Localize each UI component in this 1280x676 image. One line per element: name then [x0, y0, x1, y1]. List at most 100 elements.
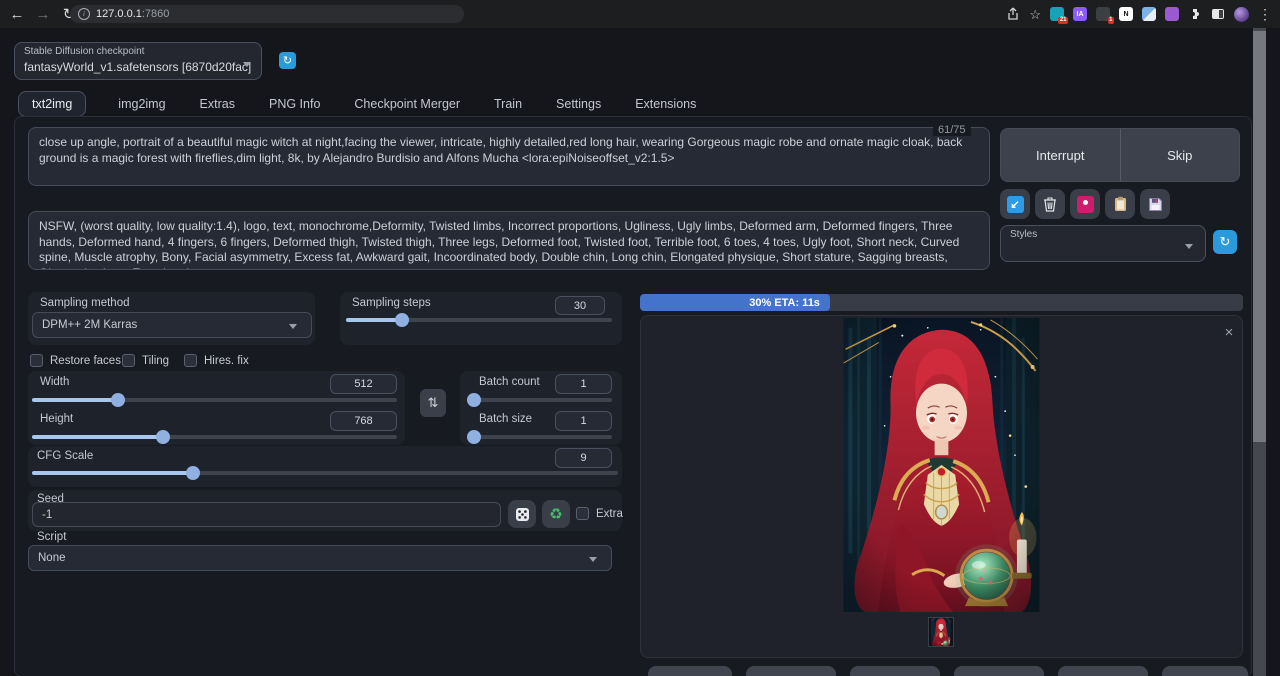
bookmark-star-icon[interactable]: ☆: [1029, 8, 1041, 21]
tab-png-info[interactable]: PNG Info: [267, 92, 322, 116]
address-bar[interactable]: i 127.0.0.1:7860: [70, 5, 464, 23]
batch-count-label: Batch count: [479, 376, 540, 388]
batch-count-value[interactable]: 1: [555, 374, 612, 394]
hires-fix-checkbox[interactable]: Hires. fix: [184, 354, 249, 367]
checkbox-icon: [30, 354, 43, 367]
save-style-button[interactable]: [1140, 189, 1170, 219]
checkpoint-label: Stable Diffusion checkpoint: [24, 46, 252, 57]
tab-settings[interactable]: Settings: [554, 92, 603, 116]
hires-fix-label: Hires. fix: [204, 355, 249, 367]
prompt-input[interactable]: close up angle, portrait of a beautiful …: [28, 127, 990, 186]
seed-extra-checkbox[interactable]: Extra: [576, 507, 623, 520]
save-floppy-icon: [1148, 197, 1163, 212]
restore-faces-checkbox[interactable]: Restore faces: [30, 354, 121, 367]
generated-image-preview[interactable]: [843, 318, 1040, 612]
extension-icon-notion[interactable]: N: [1119, 7, 1133, 21]
tiling-checkbox[interactable]: Tiling: [122, 354, 169, 367]
recycle-icon: ♻: [549, 505, 562, 523]
random-seed-button[interactable]: [508, 500, 536, 528]
generate-button-group: Interrupt Skip: [1000, 128, 1240, 182]
script-select[interactable]: None: [28, 545, 612, 571]
batch-count-slider[interactable]: [468, 398, 612, 402]
sidebar-icon[interactable]: [1211, 7, 1225, 21]
batch-size-slider[interactable]: [468, 435, 612, 439]
extra-networks-button[interactable]: [1070, 189, 1100, 219]
gallery-action-button[interactable]: [1162, 666, 1248, 676]
batch-size-value[interactable]: 1: [555, 411, 612, 431]
trash-icon: [1043, 196, 1057, 212]
gallery-action-button[interactable]: [746, 666, 836, 676]
sampling-steps-label: Sampling steps: [352, 297, 431, 309]
restore-faces-label: Restore faces: [50, 355, 121, 367]
negative-prompt-input[interactable]: NSFW, (worst quality, low quality:1.4), …: [28, 211, 990, 270]
tab-checkpoint-merger[interactable]: Checkpoint Merger: [352, 92, 462, 116]
checkbox-icon: [122, 354, 135, 367]
swap-icon: ⇅: [428, 395, 439, 411]
width-slider[interactable]: [32, 398, 397, 402]
tab-img2img[interactable]: img2img: [116, 92, 167, 116]
token-counter: 61/75: [933, 124, 971, 136]
share-icon[interactable]: [1006, 7, 1020, 21]
width-label: Width: [40, 376, 69, 388]
seed-extra-label: Extra: [596, 508, 623, 520]
extension-icon-ia[interactable]: IA: [1073, 7, 1087, 21]
checkpoint-dropdown[interactable]: Stable Diffusion checkpoint fantasyWorld…: [14, 42, 262, 80]
checkpoint-value: fantasyWorld_v1.safetensors [6870d20fac]: [24, 60, 251, 74]
clear-prompt-button[interactable]: [1035, 189, 1065, 219]
width-value[interactable]: 512: [330, 374, 397, 394]
interrupt-button[interactable]: Interrupt: [1001, 129, 1120, 181]
cfg-scale-label: CFG Scale: [37, 450, 93, 462]
progress-label: 30% ETA: 11s: [749, 297, 820, 309]
sampling-method-select[interactable]: DPM++ 2M Karras: [32, 312, 312, 338]
seed-input[interactable]: -1: [32, 502, 501, 527]
paste-params-button[interactable]: ↙: [1000, 189, 1030, 219]
chevron-down-icon: [589, 557, 597, 562]
styles-dropdown[interactable]: Styles: [1000, 225, 1206, 262]
gallery-action-button[interactable]: [954, 666, 1044, 676]
extension-icon-purple[interactable]: [1165, 7, 1179, 21]
sampling-steps-slider[interactable]: [346, 318, 612, 322]
cfg-block: [28, 446, 622, 487]
extension-icon-dark[interactable]: 1: [1096, 7, 1110, 21]
puzzle-extensions-icon[interactable]: [1188, 7, 1202, 21]
height-value[interactable]: 768: [330, 411, 397, 431]
styles-refresh-button[interactable]: ↻: [1213, 230, 1237, 254]
apply-styles-button[interactable]: [1105, 189, 1135, 219]
cfg-scale-value[interactable]: 9: [555, 448, 612, 468]
gallery-action-button[interactable]: [1058, 666, 1148, 676]
prompt-tool-row: ↙: [1000, 189, 1170, 219]
menu-kebab-icon[interactable]: ⋮: [1258, 7, 1272, 21]
sampling-steps-value[interactable]: 30: [555, 296, 605, 315]
cfg-scale-slider[interactable]: [32, 471, 618, 475]
tab-train[interactable]: Train: [492, 92, 524, 116]
site-info-icon[interactable]: i: [78, 8, 90, 20]
chevron-down-icon: [1185, 244, 1193, 249]
sampling-method-value: DPM++ 2M Karras: [42, 319, 137, 331]
forward-icon[interactable]: →: [32, 3, 54, 25]
reuse-seed-button[interactable]: ♻: [542, 500, 570, 528]
gallery-action-button[interactable]: [850, 666, 940, 676]
swap-dimensions-button[interactable]: ⇅: [420, 389, 446, 417]
thumbnail-image: [931, 618, 951, 646]
tab-extras[interactable]: Extras: [198, 92, 237, 116]
close-icon[interactable]: ×: [1220, 324, 1238, 342]
gallery-thumbnail[interactable]: [928, 617, 954, 647]
scrollbar-thumb[interactable]: [1253, 31, 1266, 442]
refresh-icon: ↻: [1220, 234, 1231, 250]
script-value: None: [38, 552, 66, 564]
extension-icon-pin[interactable]: 21: [1050, 7, 1064, 21]
gallery-action-button[interactable]: [648, 666, 732, 676]
browser-avatar[interactable]: [1234, 7, 1249, 22]
chevron-down-icon: [289, 324, 297, 329]
chevron-down-icon: [243, 62, 251, 67]
back-icon[interactable]: ←: [6, 3, 28, 25]
dice-icon: [515, 507, 530, 522]
tab-txt2img[interactable]: txt2img: [18, 91, 86, 117]
tab-extensions[interactable]: Extensions: [633, 92, 698, 116]
extension-icon-blue[interactable]: [1142, 7, 1156, 21]
checkpoint-refresh-button[interactable]: ↻: [279, 52, 296, 69]
skip-button[interactable]: Skip: [1121, 129, 1240, 181]
progress-fill: 30% ETA: 11s: [640, 294, 830, 311]
height-slider[interactable]: [32, 435, 397, 439]
generation-progress-bar: 30% ETA: 11s: [640, 294, 1243, 311]
